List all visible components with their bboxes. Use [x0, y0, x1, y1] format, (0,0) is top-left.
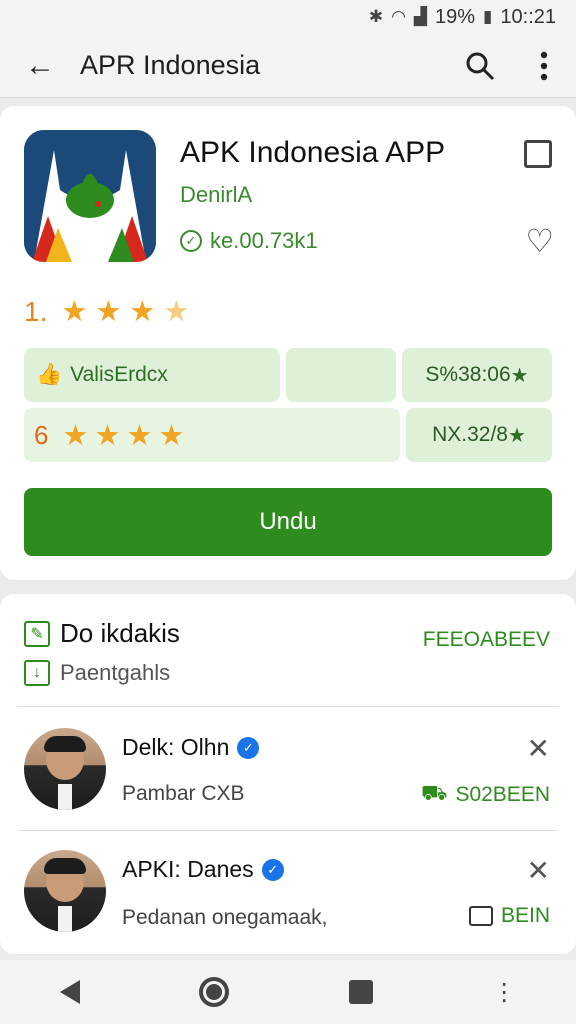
star-icon: ★	[126, 419, 153, 452]
review-item[interactable]: APKI: Danes ✓ Pedanan onegamaak, ✕ BEIN	[0, 842, 576, 962]
heart-icon[interactable]: ♡	[525, 222, 554, 260]
app-icon[interactable]	[24, 130, 156, 262]
stats-row-1: 👍 ValisErdcx S%38:06 ★	[24, 348, 552, 402]
reviewer-name: APKI: Danes ✓	[122, 856, 284, 883]
review-action[interactable]: BEIN	[468, 904, 550, 928]
nav-home-icon[interactable]	[199, 977, 230, 1007]
stat-chip-empty[interactable]	[286, 348, 396, 402]
download-box-icon: ↓	[24, 660, 50, 686]
star-icon: ★	[507, 424, 526, 447]
back-button[interactable]: ←	[0, 49, 80, 83]
review-action-label: S02BEEN	[455, 783, 550, 806]
section-subheader: ↓ Paentgahls	[24, 660, 170, 686]
stat-value: S%38:06	[425, 363, 511, 386]
search-icon	[466, 52, 495, 80]
reviewer-subtitle: Pedanan onegamaak,	[122, 906, 328, 929]
nav-recents-icon[interactable]	[348, 980, 373, 1004]
reviewer-name-text: Delk: Olhn	[122, 734, 230, 760]
stat-value-chip[interactable]: NX.32/8 ★	[406, 408, 552, 462]
reviews-card: ✎ Do ikdakis ↓ Paentgahls FEEOABEEV Delk…	[0, 594, 576, 954]
app-name: APK Indonesia APP	[180, 136, 446, 169]
rating-count: 6	[34, 419, 49, 450]
verified-icon: ✓	[261, 858, 284, 881]
battery-icon: ▮	[483, 7, 493, 26]
search-button[interactable]	[448, 51, 512, 81]
star-icon: ★	[62, 419, 89, 452]
avatar	[24, 850, 106, 932]
signal-icon: ▟	[413, 7, 427, 26]
arrow-left-icon: ←	[25, 48, 55, 82]
battery-percent: 19%	[435, 5, 476, 28]
status-time: 10::21	[500, 5, 556, 28]
page-title: APR Indonesia	[80, 50, 261, 80]
reviewer-name: Delk: Olhn ✓	[122, 734, 260, 761]
star-icon: ★	[510, 364, 529, 387]
divider	[18, 830, 558, 831]
system-nav-bar: ⋮	[0, 960, 576, 1024]
bookmark-icon[interactable]	[524, 140, 552, 168]
install-button[interactable]: Undu	[24, 488, 552, 556]
star-icon: ★	[158, 419, 185, 452]
section-header: ✎ Do ikdakis	[24, 618, 180, 649]
stat-label: ValisErdcx	[70, 363, 168, 386]
stat-chip[interactable]: 👍 ValisErdcx	[24, 348, 280, 402]
verified-icon: ✓	[237, 736, 260, 759]
thumbs-up-icon: 👍	[36, 363, 63, 386]
top-app-bar: ← APR Indonesia	[0, 34, 576, 98]
app-version: ✓ ke.00.73k1	[180, 228, 318, 254]
nav-back-icon[interactable]	[59, 980, 80, 1004]
more-options-button[interactable]	[512, 51, 576, 81]
reviewer-subtitle: Pambar CXB	[122, 782, 245, 805]
developer-link[interactable]: DenirlA	[180, 182, 252, 208]
app-logo-icon	[24, 130, 156, 262]
cart-icon: ⛟	[421, 782, 448, 805]
app-detail-card: APK Indonesia APP DenirlA ✓ ke.00.73k1 ♡…	[0, 106, 576, 580]
star-icon: ★	[129, 296, 156, 328]
review-action-label: BEIN	[500, 904, 550, 927]
star-icon: ★	[95, 296, 122, 328]
dismiss-icon[interactable]: ✕	[527, 854, 550, 887]
rating-value: 1.	[24, 295, 48, 327]
review-item[interactable]: Delk: Olhn ✓ Pambar CXB ✕ ⛟ S02BEEN	[0, 722, 576, 842]
section-link[interactable]: FEEOABEEV	[423, 628, 550, 652]
rating-row: 1. ★ ★ ★ ★	[24, 294, 189, 329]
edit-check-icon: ✎	[24, 620, 50, 647]
star-half-icon: ★	[163, 296, 190, 328]
stat-value-chip[interactable]: S%38:06 ★	[402, 348, 552, 402]
bag-icon	[468, 906, 493, 926]
rating-chip[interactable]: 6 ★ ★ ★ ★	[24, 408, 400, 462]
star-icon: ★	[61, 296, 88, 328]
dismiss-icon[interactable]: ✕	[527, 732, 550, 765]
nav-more-icon[interactable]: ⋮	[492, 978, 516, 1007]
reviewer-name-text: APKI: Danes	[122, 856, 254, 882]
star-icon: ★	[94, 419, 121, 452]
wifi-icon: ◠	[391, 7, 406, 26]
stat-value: NX.32/8	[432, 423, 508, 446]
review-action[interactable]: ⛟ S02BEEN	[421, 782, 550, 808]
divider	[18, 706, 558, 707]
section-title: Do ikdakis	[60, 618, 180, 648]
stats-row-2: 6 ★ ★ ★ ★ NX.32/8 ★	[24, 408, 552, 462]
avatar	[24, 728, 106, 810]
more-vert-icon	[540, 51, 548, 80]
verified-check-icon: ✓	[180, 230, 202, 252]
status-bar: ✱ ◠ ▟ 19% ▮ 10::21	[0, 0, 576, 34]
section-subtitle: Paentgahls	[60, 660, 171, 685]
bluetooth-icon: ✱	[368, 7, 384, 26]
app-version-text: ke.00.73k1	[210, 228, 318, 253]
